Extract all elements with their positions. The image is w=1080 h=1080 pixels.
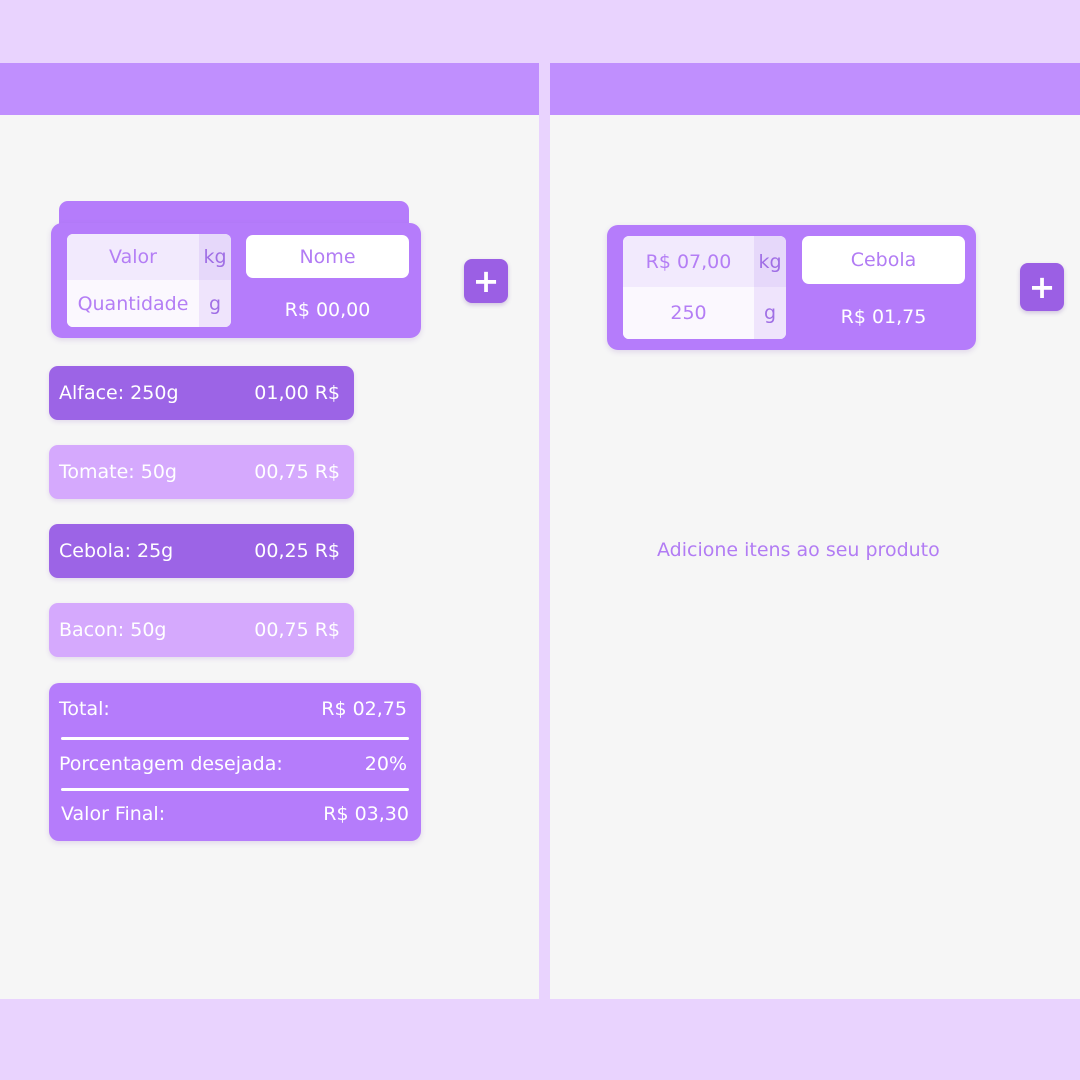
app-bar: [550, 63, 1080, 115]
list-item[interactable]: Alface: 250g 01,00 R$: [49, 366, 354, 420]
divider: [61, 788, 409, 791]
ingredient-calculator: Valor kg Quantidade g Nome R$ 00,00: [51, 201, 421, 338]
item-label: Cebola: 25g: [59, 540, 174, 562]
calculator-card: Valor kg Quantidade g Nome R$ 00,00: [51, 223, 421, 338]
name-input[interactable]: Nome: [246, 235, 409, 278]
item-price: 00,75 R$: [254, 619, 340, 641]
final-value-row: Valor Final: R$ 03,30: [61, 803, 409, 825]
item-label: Tomate: 50g: [59, 461, 177, 483]
quantity-input[interactable]: Quantidade: [67, 280, 199, 327]
value-quantity-box: Valor kg Quantidade g: [67, 234, 231, 327]
percentage-row[interactable]: Porcentagem desejada: 20%: [59, 753, 407, 775]
calculated-price: R$ 00,00: [284, 299, 371, 321]
left-screen: Valor kg Quantidade g Nome R$ 00,00 + Al…: [0, 63, 539, 999]
item-price: 00,25 R$: [254, 540, 340, 562]
ingredient-calculator: R$ 07,00 kg 250 g Cebola R$ 01,75: [607, 225, 976, 350]
calculator-card: R$ 07,00 kg 250 g Cebola R$ 01,75: [607, 225, 976, 350]
divider: [61, 737, 409, 740]
list-item[interactable]: Tomate: 50g 00,75 R$: [49, 445, 354, 499]
final-value: R$ 03,30: [323, 803, 409, 825]
total-value: R$ 02,75: [321, 698, 407, 720]
value-unit-toggle[interactable]: kg: [199, 234, 231, 280]
value-input[interactable]: R$ 07,00: [623, 236, 754, 287]
item-label: Alface: 250g: [59, 382, 179, 404]
quantity-input[interactable]: 250: [623, 287, 754, 339]
list-item[interactable]: Cebola: 25g 00,25 R$: [49, 524, 354, 578]
percentage-value[interactable]: 20%: [365, 753, 407, 775]
percentage-label: Porcentagem desejada:: [59, 753, 283, 775]
item-label: Bacon: 50g: [59, 619, 167, 641]
summary-card: Total: R$ 02,75 Porcentagem desejada: 20…: [49, 683, 421, 841]
name-input[interactable]: Cebola: [802, 236, 965, 284]
item-price: 00,75 R$: [254, 461, 340, 483]
total-label: Total:: [59, 698, 110, 720]
list-item[interactable]: Bacon: 50g 00,75 R$: [49, 603, 354, 657]
quantity-unit-toggle[interactable]: g: [754, 287, 786, 339]
add-item-button[interactable]: +: [1020, 263, 1064, 311]
quantity-unit-toggle[interactable]: g: [199, 280, 231, 327]
empty-list-message: Adicione itens ao seu produto: [657, 539, 940, 561]
value-unit-toggle[interactable]: kg: [754, 236, 786, 287]
total-row: Total: R$ 02,75: [59, 698, 407, 720]
item-price: 01,00 R$: [254, 382, 340, 404]
add-item-button[interactable]: +: [464, 259, 508, 303]
app-bar: [0, 63, 539, 115]
final-value-label: Valor Final:: [61, 803, 166, 825]
calculated-price: R$ 01,75: [840, 306, 927, 328]
value-input[interactable]: Valor: [67, 234, 199, 280]
right-screen: R$ 07,00 kg 250 g Cebola R$ 01,75 + Adic…: [550, 63, 1080, 999]
value-quantity-box: R$ 07,00 kg 250 g: [623, 236, 786, 339]
